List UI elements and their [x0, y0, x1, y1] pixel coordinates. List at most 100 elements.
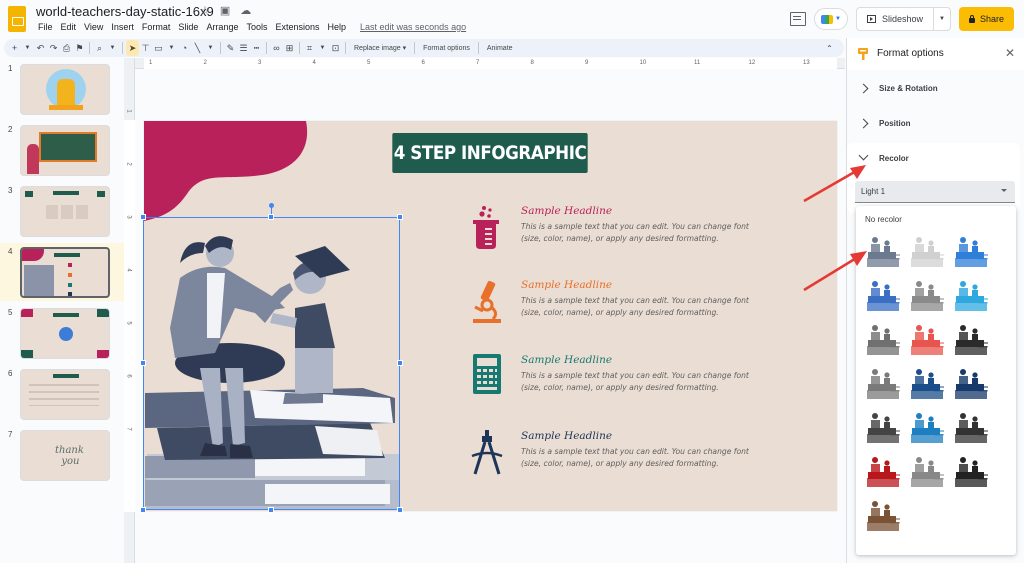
menu-edit[interactable]: Edit — [57, 22, 81, 32]
slide-thumbnail[interactable] — [20, 64, 110, 115]
add-comment-icon[interactable]: ⊞ — [283, 40, 296, 56]
step-item[interactable]: Sample Headline This is a sample text th… — [469, 205, 769, 255]
border-dash-icon[interactable]: ┅ — [250, 40, 263, 56]
recolor-swatch[interactable] — [910, 234, 946, 270]
slide-thumbnail-row[interactable]: 1 — [0, 60, 124, 118]
menu-slide[interactable]: Slide — [174, 22, 202, 32]
shape-icon[interactable]: ◔ — [178, 40, 191, 56]
slide-title[interactable]: 4 STEP INFOGRAPHIC — [392, 133, 588, 173]
section-size-rotation[interactable]: Size & Rotation — [847, 71, 1024, 106]
slide-thumbnail[interactable]: thank you — [20, 430, 110, 481]
step-body-text[interactable]: This is a sample text that you can edit.… — [521, 295, 771, 319]
line-dropdown[interactable]: ▼ — [204, 40, 217, 56]
menu-file[interactable]: File — [34, 22, 57, 32]
border-color-icon[interactable]: ✎ — [224, 40, 237, 56]
redo-icon[interactable]: ↷ — [47, 40, 60, 56]
print-icon[interactable]: ⎙ — [60, 40, 73, 56]
step-item[interactable]: Sample Headline This is a sample text th… — [469, 279, 769, 329]
recolor-swatch[interactable] — [866, 410, 902, 446]
recolor-swatch[interactable] — [866, 454, 902, 490]
border-weight-icon[interactable]: ☰ — [237, 40, 250, 56]
animate-button[interactable]: Animate — [482, 40, 518, 56]
move-folder-icon[interactable]: ▣ — [220, 4, 230, 17]
menu-view[interactable]: View — [80, 22, 107, 32]
recolor-swatch[interactable] — [866, 278, 902, 314]
slide-thumbnail[interactable] — [20, 369, 110, 420]
recolor-swatch[interactable] — [866, 498, 902, 534]
section-position[interactable]: Position — [847, 106, 1024, 141]
recolor-swatch[interactable] — [866, 234, 902, 270]
menu-help[interactable]: Help — [324, 22, 351, 32]
recolor-swatch[interactable] — [954, 454, 990, 490]
section-recolor[interactable]: Recolor — [847, 141, 1024, 176]
menu-format[interactable]: Format — [138, 22, 175, 32]
slide-thumbnail[interactable] — [20, 308, 110, 359]
recolor-swatch[interactable] — [866, 322, 902, 358]
slide-thumbnail-row[interactable]: 5 — [0, 304, 124, 362]
step-headline[interactable]: Sample Headline — [521, 430, 612, 442]
recolor-swatch[interactable] — [866, 366, 902, 402]
new-slide-icon[interactable]: + — [8, 40, 21, 56]
close-icon[interactable]: ✕ — [1005, 46, 1015, 60]
slide-thumbnail[interactable] — [20, 247, 110, 298]
share-button[interactable]: Share — [958, 7, 1014, 31]
slideshow-button[interactable]: Slideshow — [857, 8, 935, 30]
crop-icon[interactable]: ⌗ — [303, 40, 316, 56]
recolor-swatch[interactable] — [954, 278, 990, 314]
recolor-swatch[interactable] — [910, 366, 946, 402]
slide-thumbnail-row[interactable]: 2 — [0, 121, 124, 179]
recolor-swatch[interactable] — [954, 234, 990, 270]
step-item[interactable]: Sample Headline This is a sample text th… — [469, 430, 769, 480]
zoom-dropdown[interactable]: ▼ — [106, 40, 119, 56]
crop-dropdown[interactable]: ▼ — [316, 40, 329, 56]
step-headline[interactable]: Sample Headline — [521, 205, 612, 217]
select-tool-icon[interactable]: ➤ — [126, 40, 139, 56]
text-box-icon[interactable]: ⊤ — [139, 40, 152, 56]
recolor-dropdown[interactable]: Light 1 — [855, 181, 1015, 203]
recolor-swatch[interactable] — [954, 322, 990, 358]
recolor-swatch[interactable] — [910, 410, 946, 446]
cloud-status-icon[interactable]: ☁ — [240, 4, 251, 17]
menu-insert[interactable]: Insert — [107, 22, 138, 32]
menu-tools[interactable]: Tools — [242, 22, 271, 32]
format-options-button[interactable]: Format options — [418, 40, 475, 56]
line-icon[interactable]: ╲ — [191, 40, 204, 56]
meet-button[interactable]: ▼ — [813, 8, 848, 30]
recolor-swatch[interactable] — [910, 322, 946, 358]
menu-extensions[interactable]: Extensions — [271, 22, 323, 32]
undo-icon[interactable]: ↶ — [34, 40, 47, 56]
step-headline[interactable]: Sample Headline — [521, 354, 612, 366]
slideshow-options-dropdown[interactable]: ▼ — [934, 16, 950, 22]
slide-thumbnail-row[interactable]: 6 — [0, 365, 124, 423]
horizontal-ruler[interactable]: 1 2 3 4 5 6 7 8 9 10 11 12 13 — [135, 58, 845, 69]
slide-thumbnail[interactable] — [20, 125, 110, 176]
reset-image-icon[interactable]: ⊡ — [329, 40, 342, 56]
no-recolor-option[interactable]: No recolor — [865, 215, 902, 224]
collapse-toolbar-icon[interactable]: ⌃ — [823, 40, 836, 56]
recolor-swatch[interactable] — [954, 366, 990, 402]
teacher-student-illustration[interactable] — [145, 218, 399, 510]
step-body-text[interactable]: This is a sample text that you can edit.… — [521, 221, 771, 245]
comments-icon[interactable] — [789, 12, 806, 26]
vertical-ruler[interactable]: 1 2 3 4 5 6 7 — [124, 58, 135, 563]
document-title[interactable]: world-teachers-day-static-16x9 — [36, 4, 214, 19]
slide-thumbnail-row[interactable]: 3 — [0, 182, 124, 240]
star-icon[interactable]: ☆ — [200, 4, 210, 17]
step-item[interactable]: Sample Headline This is a sample text th… — [469, 354, 769, 404]
zoom-icon[interactable]: ⌕ — [93, 40, 106, 56]
replace-image-button[interactable]: Replace image ▾ — [349, 40, 411, 56]
step-body-text[interactable]: This is a sample text that you can edit.… — [521, 370, 771, 394]
recolor-swatch[interactable] — [910, 454, 946, 490]
step-body-text[interactable]: This is a sample text that you can edit.… — [521, 446, 771, 470]
slide-thumbnail-row[interactable]: 4 — [0, 243, 124, 301]
menu-arrange[interactable]: Arrange — [202, 22, 242, 32]
image-dropdown[interactable]: ▼ — [165, 40, 178, 56]
slides-logo-icon[interactable] — [8, 6, 26, 32]
recolor-swatch[interactable] — [954, 410, 990, 446]
paint-format-icon[interactable]: ⚑ — [73, 40, 86, 56]
last-edit-link[interactable]: Last edit was seconds ago — [356, 22, 470, 32]
new-slide-layout-dropdown[interactable]: ▼ — [21, 40, 34, 56]
slide-thumbnail[interactable] — [20, 186, 110, 237]
insert-link-icon[interactable]: ∞ — [270, 40, 283, 56]
slide-canvas[interactable]: 4 STEP INFOGRAPHIC Sample Headline This … — [144, 121, 837, 511]
